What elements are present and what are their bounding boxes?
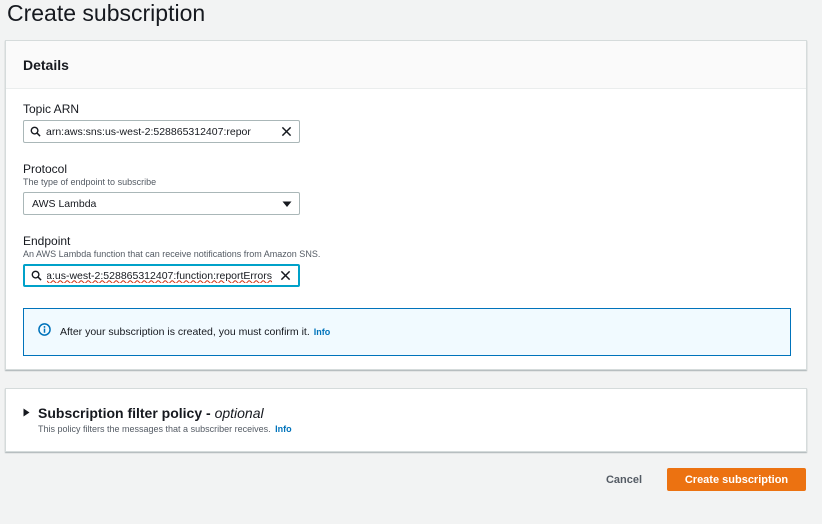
protocol-label: Protocol (23, 162, 68, 176)
search-icon (25, 270, 47, 281)
filter-policy-panel: Subscription filter policy - optional Th… (5, 388, 807, 452)
topic-arn-input[interactable]: arn:aws:sns:us-west-2:528865312407:repor (23, 120, 300, 143)
filter-policy-description: This policy filters the messages that a … (38, 424, 271, 434)
alert-info-link[interactable]: Info (314, 327, 331, 337)
endpoint-value[interactable]: arn:aws:lambda:us-west-2:528865312407:fu… (47, 269, 272, 283)
protocol-select[interactable]: AWS Lambda (23, 192, 300, 215)
protocol-description: The type of endpoint to subscribe (23, 177, 157, 187)
search-icon (24, 126, 46, 137)
filter-policy-description-row: This policy filters the messages that a … (38, 424, 292, 434)
clear-icon[interactable] (272, 270, 298, 281)
alert-message: After your subscription is created, you … (60, 326, 310, 338)
details-panel: Details Topic ARN arn:aws:sns:us-west-2:… (5, 40, 807, 370)
protocol-selected-value: AWS Lambda (32, 197, 97, 210)
filter-policy-title: Subscription filter policy - optional (38, 405, 264, 421)
filter-info-link[interactable]: Info (275, 424, 292, 434)
create-subscription-button[interactable]: Create subscription (667, 468, 806, 491)
topic-arn-value[interactable]: arn:aws:sns:us-west-2:528865312407:repor (46, 125, 273, 139)
topic-arn-label: Topic ARN (23, 102, 80, 116)
endpoint-description: An AWS Lambda function that can receive … (23, 249, 321, 259)
filter-policy-optional: optional (214, 405, 264, 421)
cancel-button[interactable]: Cancel (590, 468, 658, 492)
details-header: Details (6, 41, 806, 89)
caret-right-icon (23, 404, 30, 422)
clear-icon[interactable] (273, 126, 299, 137)
page-title: Create subscription (7, 0, 206, 26)
filter-policy-title-text: Subscription filter policy - (38, 405, 211, 421)
info-alert: After your subscription is created, you … (23, 308, 791, 356)
filter-policy-toggle[interactable]: Subscription filter policy - optional (23, 404, 264, 422)
caret-down-icon (282, 195, 292, 213)
details-heading: Details (23, 57, 69, 73)
endpoint-input[interactable]: arn:aws:lambda:us-west-2:528865312407:fu… (23, 264, 300, 287)
endpoint-label: Endpoint (23, 234, 71, 248)
info-circle-icon (38, 323, 51, 341)
